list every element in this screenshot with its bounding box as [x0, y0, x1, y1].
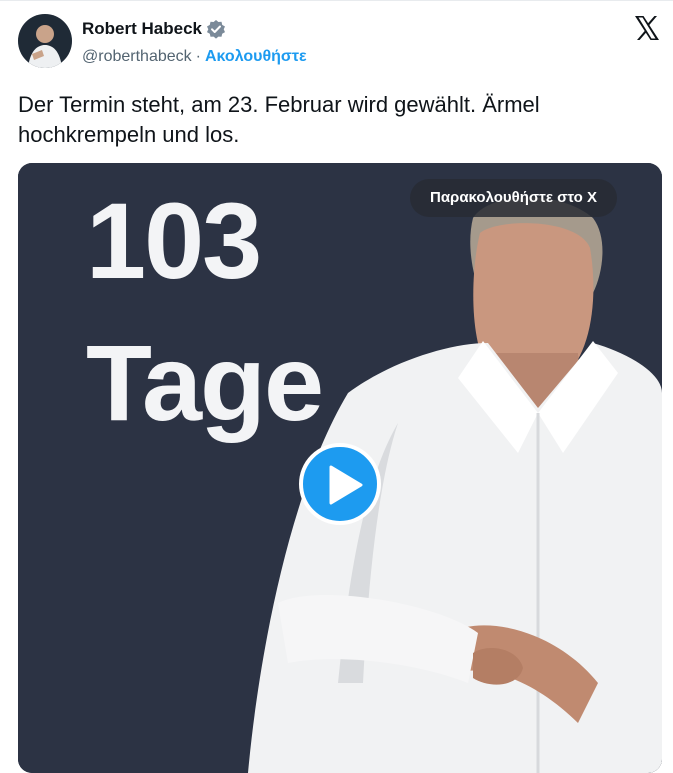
video-player[interactable]: 103 Tage Παρακολουθήστε στο X: [18, 163, 662, 773]
verified-badge-icon: [206, 19, 226, 39]
author-name[interactable]: Robert Habeck: [82, 18, 202, 40]
x-logo-icon[interactable]: [633, 14, 661, 42]
follow-button[interactable]: Ακολουθήστε: [205, 48, 307, 66]
play-button[interactable]: [299, 443, 381, 525]
play-icon: [329, 465, 363, 505]
tweet-text: Der Termin steht, am 23. Februar wird ge…: [18, 92, 540, 147]
watch-on-x-button[interactable]: Παρακολουθήστε στο X: [410, 179, 618, 217]
separator: ·: [195, 48, 201, 65]
overlay-line-2: Tage: [86, 322, 324, 443]
tweet-card: Robert Habeck @roberthabeck · Ακολουθήστ…: [0, 0, 673, 773]
handle-row: @roberthabeck · Ακολουθήστε: [82, 46, 307, 68]
divider: [0, 0, 673, 1]
author-handle[interactable]: @roberthabeck: [82, 48, 192, 66]
author-name-row: Robert Habeck: [82, 18, 226, 40]
overlay-line-1: 103: [86, 180, 262, 301]
avatar[interactable]: [18, 14, 72, 68]
